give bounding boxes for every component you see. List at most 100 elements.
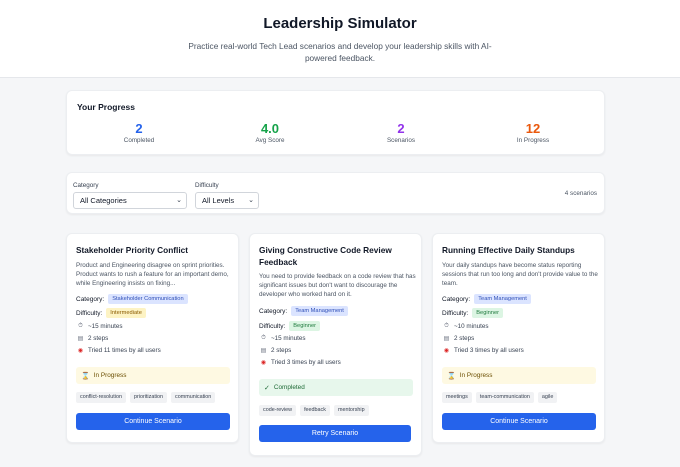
duration-text: ~15 minutes	[88, 323, 123, 330]
category-select[interactable]: All Categories ⌄	[73, 192, 187, 209]
clipboard-icon: ▤	[77, 336, 84, 342]
stat-avg-score-label: Avg Score	[255, 137, 285, 144]
scenario-description: Your daily standups have become status r…	[442, 262, 598, 287]
hourglass-icon: ⌛	[81, 372, 90, 380]
status-banner: ⌛ In Progress	[442, 367, 596, 384]
tried-text: Tried 3 times by all users	[271, 359, 341, 366]
duration-text: ~10 minutes	[454, 323, 489, 330]
scenario-category-row: Category: Stakeholder Communication	[76, 294, 188, 304]
clock-icon: ⏱	[261, 335, 266, 341]
chevron-down-icon: ⌄	[176, 197, 182, 204]
status-banner: ⌛ In Progress	[76, 367, 230, 384]
tag: prioritization	[129, 392, 168, 403]
stat-avg-score-value: 4.0	[260, 121, 280, 136]
hourglass-icon: ⌛	[447, 372, 456, 380]
category-key: Category:	[442, 295, 471, 303]
difficulty-badge: Beginner	[289, 321, 321, 331]
retry-scenario-button[interactable]: Retry Scenario	[259, 425, 411, 442]
clock-icon: ⏱	[444, 323, 449, 329]
target-icon: ◉	[260, 360, 267, 366]
page-header: Leadership Simulator Practice real-world…	[0, 0, 680, 78]
scenario-card: Running Effective Daily Standups Your da…	[432, 233, 605, 443]
check-icon: ✓	[264, 384, 270, 392]
steps-text: 2 steps	[454, 335, 475, 342]
continue-scenario-button[interactable]: Continue Scenario	[442, 413, 596, 430]
stat-in-progress-label: In Progress	[516, 137, 550, 144]
scenario-card: Stakeholder Priority Conflict Product an…	[66, 233, 239, 443]
tag: mentorship	[333, 405, 369, 416]
stat-completed-label: Completed	[123, 137, 155, 144]
steps-meta: ▤ 2 steps	[442, 334, 475, 343]
tag: communication	[171, 392, 216, 403]
steps-meta: ▤ 2 steps	[76, 334, 109, 343]
difficulty-select-value: All Levels	[202, 196, 235, 205]
scenario-difficulty-row: Difficulty: Beginner	[442, 308, 504, 318]
scenario-title: Stakeholder Priority Conflict	[76, 245, 189, 255]
tried-meta: ◉ Tried 11 times by all users	[76, 346, 161, 355]
scenario-title: Running Effective Daily Standups	[442, 245, 575, 255]
page-title: Leadership Simulator	[263, 15, 417, 32]
difficulty-key: Difficulty:	[76, 309, 103, 317]
duration-meta: ⏱ ~10 minutes	[442, 322, 488, 331]
category-key: Category:	[259, 307, 288, 315]
stat-avg-score: 4.0 Avg Score	[220, 121, 320, 145]
scenario-description: You need to provide feedback on a code r…	[259, 273, 416, 298]
tag: agile	[537, 392, 558, 403]
progress-title: Your Progress	[77, 102, 135, 112]
stat-in-progress-value: 12	[525, 121, 541, 136]
duration-meta: ⏱ ~15 minutes	[76, 322, 122, 331]
scenario-count: 4 scenarios	[564, 190, 597, 197]
category-key: Category:	[76, 295, 105, 303]
difficulty-filter-label: Difficulty	[195, 182, 219, 189]
target-icon: ◉	[443, 348, 450, 354]
scenario-difficulty-row: Difficulty: Beginner	[259, 321, 321, 331]
difficulty-key: Difficulty:	[259, 322, 286, 330]
tried-meta: ◉ Tried 3 times by all users	[259, 358, 341, 367]
scenario-category-row: Category: Team Management	[442, 294, 531, 304]
tag-list: code-review feedback mentorship	[259, 405, 369, 416]
tag: code-review	[259, 405, 297, 416]
stat-completed-value: 2	[135, 121, 143, 136]
duration-text: ~15 minutes	[271, 335, 306, 342]
status-text: Completed	[273, 384, 305, 391]
stat-in-progress: 12 In Progress	[483, 121, 583, 145]
status-text: In Progress	[93, 372, 127, 379]
stat-completed: 2 Completed	[89, 121, 189, 145]
steps-meta: ▤ 2 steps	[259, 346, 292, 355]
continue-scenario-button[interactable]: Continue Scenario	[76, 413, 230, 430]
difficulty-select[interactable]: All Levels ⌄	[195, 192, 259, 209]
progress-card: Your Progress 2 Completed 4.0 Avg Score …	[66, 90, 605, 155]
page-subtitle: Practice real-world Tech Lead scenarios …	[188, 41, 492, 63]
filters-bar: Category All Categories ⌄ Difficulty All…	[66, 172, 605, 214]
scenario-difficulty-row: Difficulty: Intermediate	[76, 308, 146, 318]
tried-meta: ◉ Tried 3 times by all users	[442, 346, 524, 355]
target-icon: ◉	[77, 348, 84, 354]
category-select-value: All Categories	[80, 196, 127, 205]
difficulty-badge: Beginner	[472, 308, 504, 318]
scenario-description: Product and Engineering disagree on spri…	[76, 262, 229, 287]
stat-scenarios-value: 2	[397, 121, 405, 136]
tag: meetings	[442, 392, 472, 403]
difficulty-key: Difficulty:	[442, 309, 469, 317]
scenario-category-row: Category: Team Management	[259, 306, 348, 316]
tag-list: meetings team-communication agile	[442, 392, 558, 403]
category-badge: Team Management	[291, 306, 348, 316]
stat-scenarios-label: Scenarios	[386, 137, 415, 144]
tag: conflict-resolution	[76, 392, 126, 403]
clipboard-icon: ▤	[443, 336, 450, 342]
tag: team-communication	[475, 392, 534, 403]
status-text: In Progress	[459, 372, 493, 379]
duration-meta: ⏱ ~15 minutes	[259, 334, 305, 343]
status-banner: ✓ Completed	[259, 379, 413, 396]
steps-text: 2 steps	[271, 347, 292, 354]
tag: feedback	[300, 405, 330, 416]
clipboard-icon: ▤	[260, 348, 267, 354]
category-badge: Stakeholder Communication	[108, 294, 188, 304]
category-filter-label: Category	[73, 182, 99, 189]
chevron-down-icon: ⌄	[248, 197, 254, 204]
difficulty-badge: Intermediate	[106, 308, 146, 318]
tried-text: Tried 11 times by all users	[88, 347, 161, 354]
scenario-title: Giving Constructive Code Review Feedback	[259, 245, 392, 267]
tried-text: Tried 3 times by all users	[454, 347, 524, 354]
tag-list: conflict-resolution prioritization commu…	[76, 392, 216, 403]
